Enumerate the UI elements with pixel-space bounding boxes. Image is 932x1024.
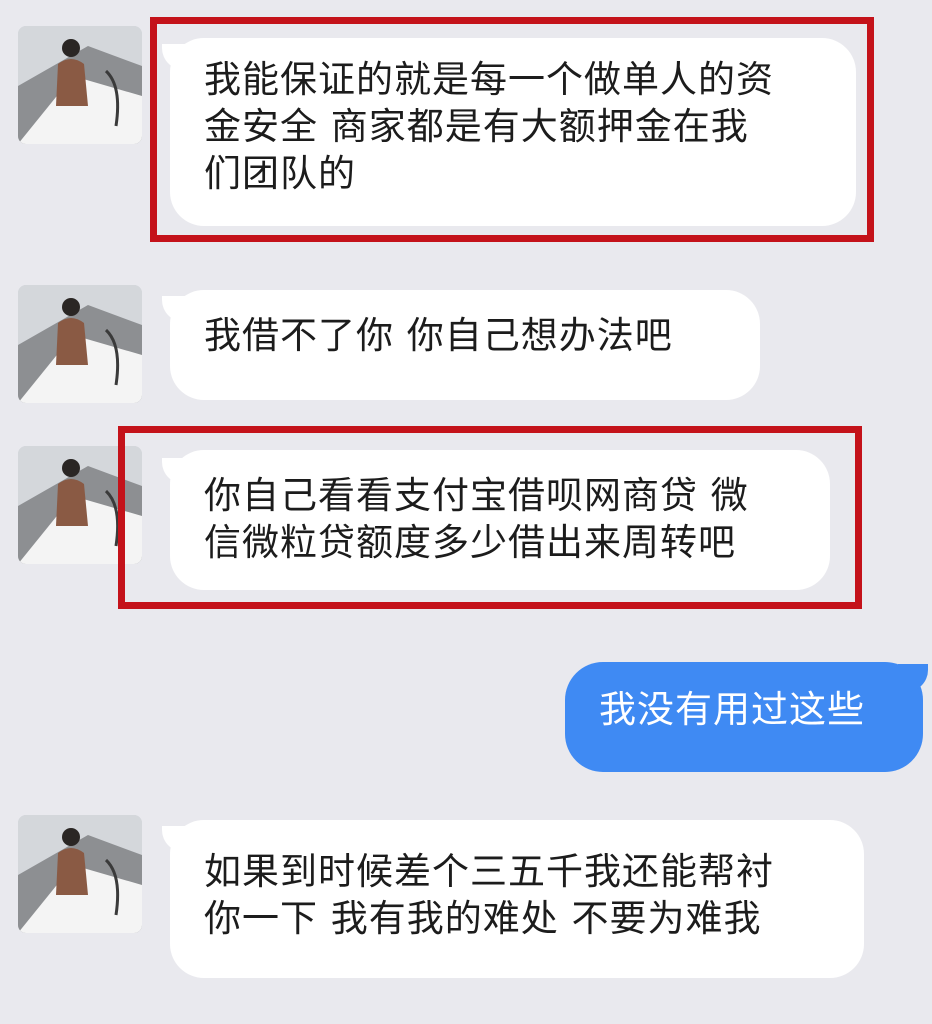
message-text-line: 我能保证的就是每一个做单人的资 (204, 58, 774, 101)
contact-avatar[interactable] (18, 815, 142, 933)
avatar-photo-icon (18, 26, 142, 144)
message-bubble-incoming[interactable]: 我借不了你 你自己想办法吧 (170, 290, 760, 400)
avatar-photo-icon (18, 446, 142, 564)
message-text-line: 金安全 商家都是有大额押金在我 (204, 105, 749, 148)
message-text-line: 我没有用过这些 (599, 688, 865, 731)
contact-avatar[interactable] (18, 26, 142, 144)
message-text-line: 信微粒贷额度多少借出来周转吧 (204, 521, 736, 564)
message-text-line: 你自己看看支付宝借呗网商贷 微 (204, 474, 749, 517)
message-bubble-outgoing[interactable]: 我没有用过这些 (565, 662, 923, 772)
message-bubble-incoming[interactable]: 如果到时候差个三五千我还能帮衬 你一下 我有我的难处 不要为难我 (170, 820, 864, 978)
message-text-line: 们团队的 (204, 152, 356, 195)
message-text-line: 我借不了你 你自己想办法吧 (204, 314, 673, 357)
avatar-photo-icon (18, 815, 142, 933)
bubble-tail (898, 664, 928, 692)
contact-avatar[interactable] (18, 446, 142, 564)
avatar-photo-icon (18, 285, 142, 403)
message-bubble-incoming[interactable]: 你自己看看支付宝借呗网商贷 微 信微粒贷额度多少借出来周转吧 (170, 450, 830, 590)
message-bubble-incoming[interactable]: 我能保证的就是每一个做单人的资 金安全 商家都是有大额押金在我 们团队的 (170, 38, 856, 226)
chat-conversation: 我能保证的就是每一个做单人的资 金安全 商家都是有大额押金在我 们团队的 我借不… (0, 0, 932, 1024)
message-text-line: 你一下 我有我的难处 不要为难我 (204, 897, 762, 940)
contact-avatar[interactable] (18, 285, 142, 403)
message-text-line: 如果到时候差个三五千我还能帮衬 (204, 850, 774, 893)
